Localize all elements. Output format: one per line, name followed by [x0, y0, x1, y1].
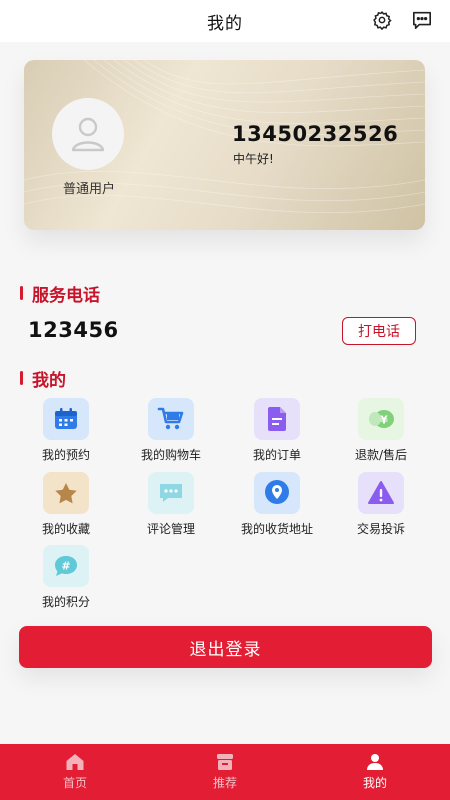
gear-icon[interactable]: [370, 8, 394, 32]
chat-icon[interactable]: [410, 8, 434, 32]
menu-item-label: 评论管理: [146, 522, 195, 536]
phone-number: 13450232526: [232, 122, 399, 146]
menu-item-orders[interactable]: 我的订单: [227, 398, 327, 463]
tab-label: 首页: [62, 776, 87, 790]
menu-item-favorites[interactable]: 我的收藏: [16, 472, 116, 537]
section-service-title: 服务电话: [20, 282, 100, 306]
menu-item-cart[interactable]: 我的购物车: [121, 398, 221, 463]
store-icon: [217, 754, 233, 770]
top-bar: 我的: [0, 0, 450, 42]
tab-label: 我的: [362, 776, 387, 790]
menu-item-points[interactable]: # 我的积分: [16, 545, 116, 610]
menu-item-label: 我的收藏: [41, 522, 90, 536]
warning-icon: [358, 472, 404, 514]
home-icon: [66, 754, 84, 770]
points-icon: #: [43, 545, 89, 587]
page-title: 我的: [207, 13, 243, 34]
user-type-label: 普通用户: [62, 182, 115, 197]
svg-text:¥: ¥: [380, 414, 388, 427]
tab-home[interactable]: 首页: [0, 744, 150, 800]
profile-card: 普通用户 13450232526 中午好!: [24, 60, 425, 230]
menu-item-label: 我的预约: [41, 448, 90, 462]
greeting-text: 中午好!: [233, 152, 274, 166]
section-marker: [20, 371, 23, 385]
menu-item-label: 退款/售后: [354, 448, 408, 462]
menu-item-label: 交易投诉: [356, 522, 405, 536]
section-title-text: 服务电话: [32, 285, 100, 306]
menu-item-label: 我的订单: [252, 448, 301, 462]
svg-text:#: #: [61, 560, 70, 573]
star-icon: [43, 472, 89, 514]
tab-recommend[interactable]: 推荐: [150, 744, 300, 800]
cart-icon: [148, 398, 194, 440]
comment-icon: [148, 472, 194, 514]
menu-item-address[interactable]: 我的收货地址: [227, 472, 327, 537]
tab-mine[interactable]: 我的: [300, 744, 450, 800]
user-icon: [367, 754, 383, 770]
menu-item-label: 我的收货地址: [240, 522, 313, 536]
menu-item-refund[interactable]: ¥ 退款/售后: [331, 398, 431, 463]
menu-item-label: 我的购物车: [140, 448, 201, 462]
avatar[interactable]: [52, 98, 124, 170]
menu-item-label: 我的积分: [41, 595, 90, 609]
logout-button[interactable]: 退出登录: [19, 626, 432, 668]
service-phone-number: 123456: [28, 318, 119, 342]
document-icon: [254, 398, 300, 440]
refund-icon: ¥: [358, 398, 404, 440]
calendar-icon: [43, 398, 89, 440]
section-marker: [20, 286, 23, 300]
call-button[interactable]: 打电话: [342, 317, 416, 345]
section-mine-title: 我的: [20, 367, 66, 391]
bottom-tab-bar: 首页 推荐 我的: [0, 744, 450, 800]
section-title-text: 我的: [32, 370, 66, 391]
user-icon: [71, 117, 105, 152]
menu-item-complaint[interactable]: 交易投诉: [331, 472, 431, 537]
location-icon: [254, 472, 300, 514]
menu-item-appointments[interactable]: 我的预约: [16, 398, 116, 463]
tab-label: 推荐: [212, 776, 237, 790]
menu-item-comments[interactable]: 评论管理: [121, 472, 221, 537]
